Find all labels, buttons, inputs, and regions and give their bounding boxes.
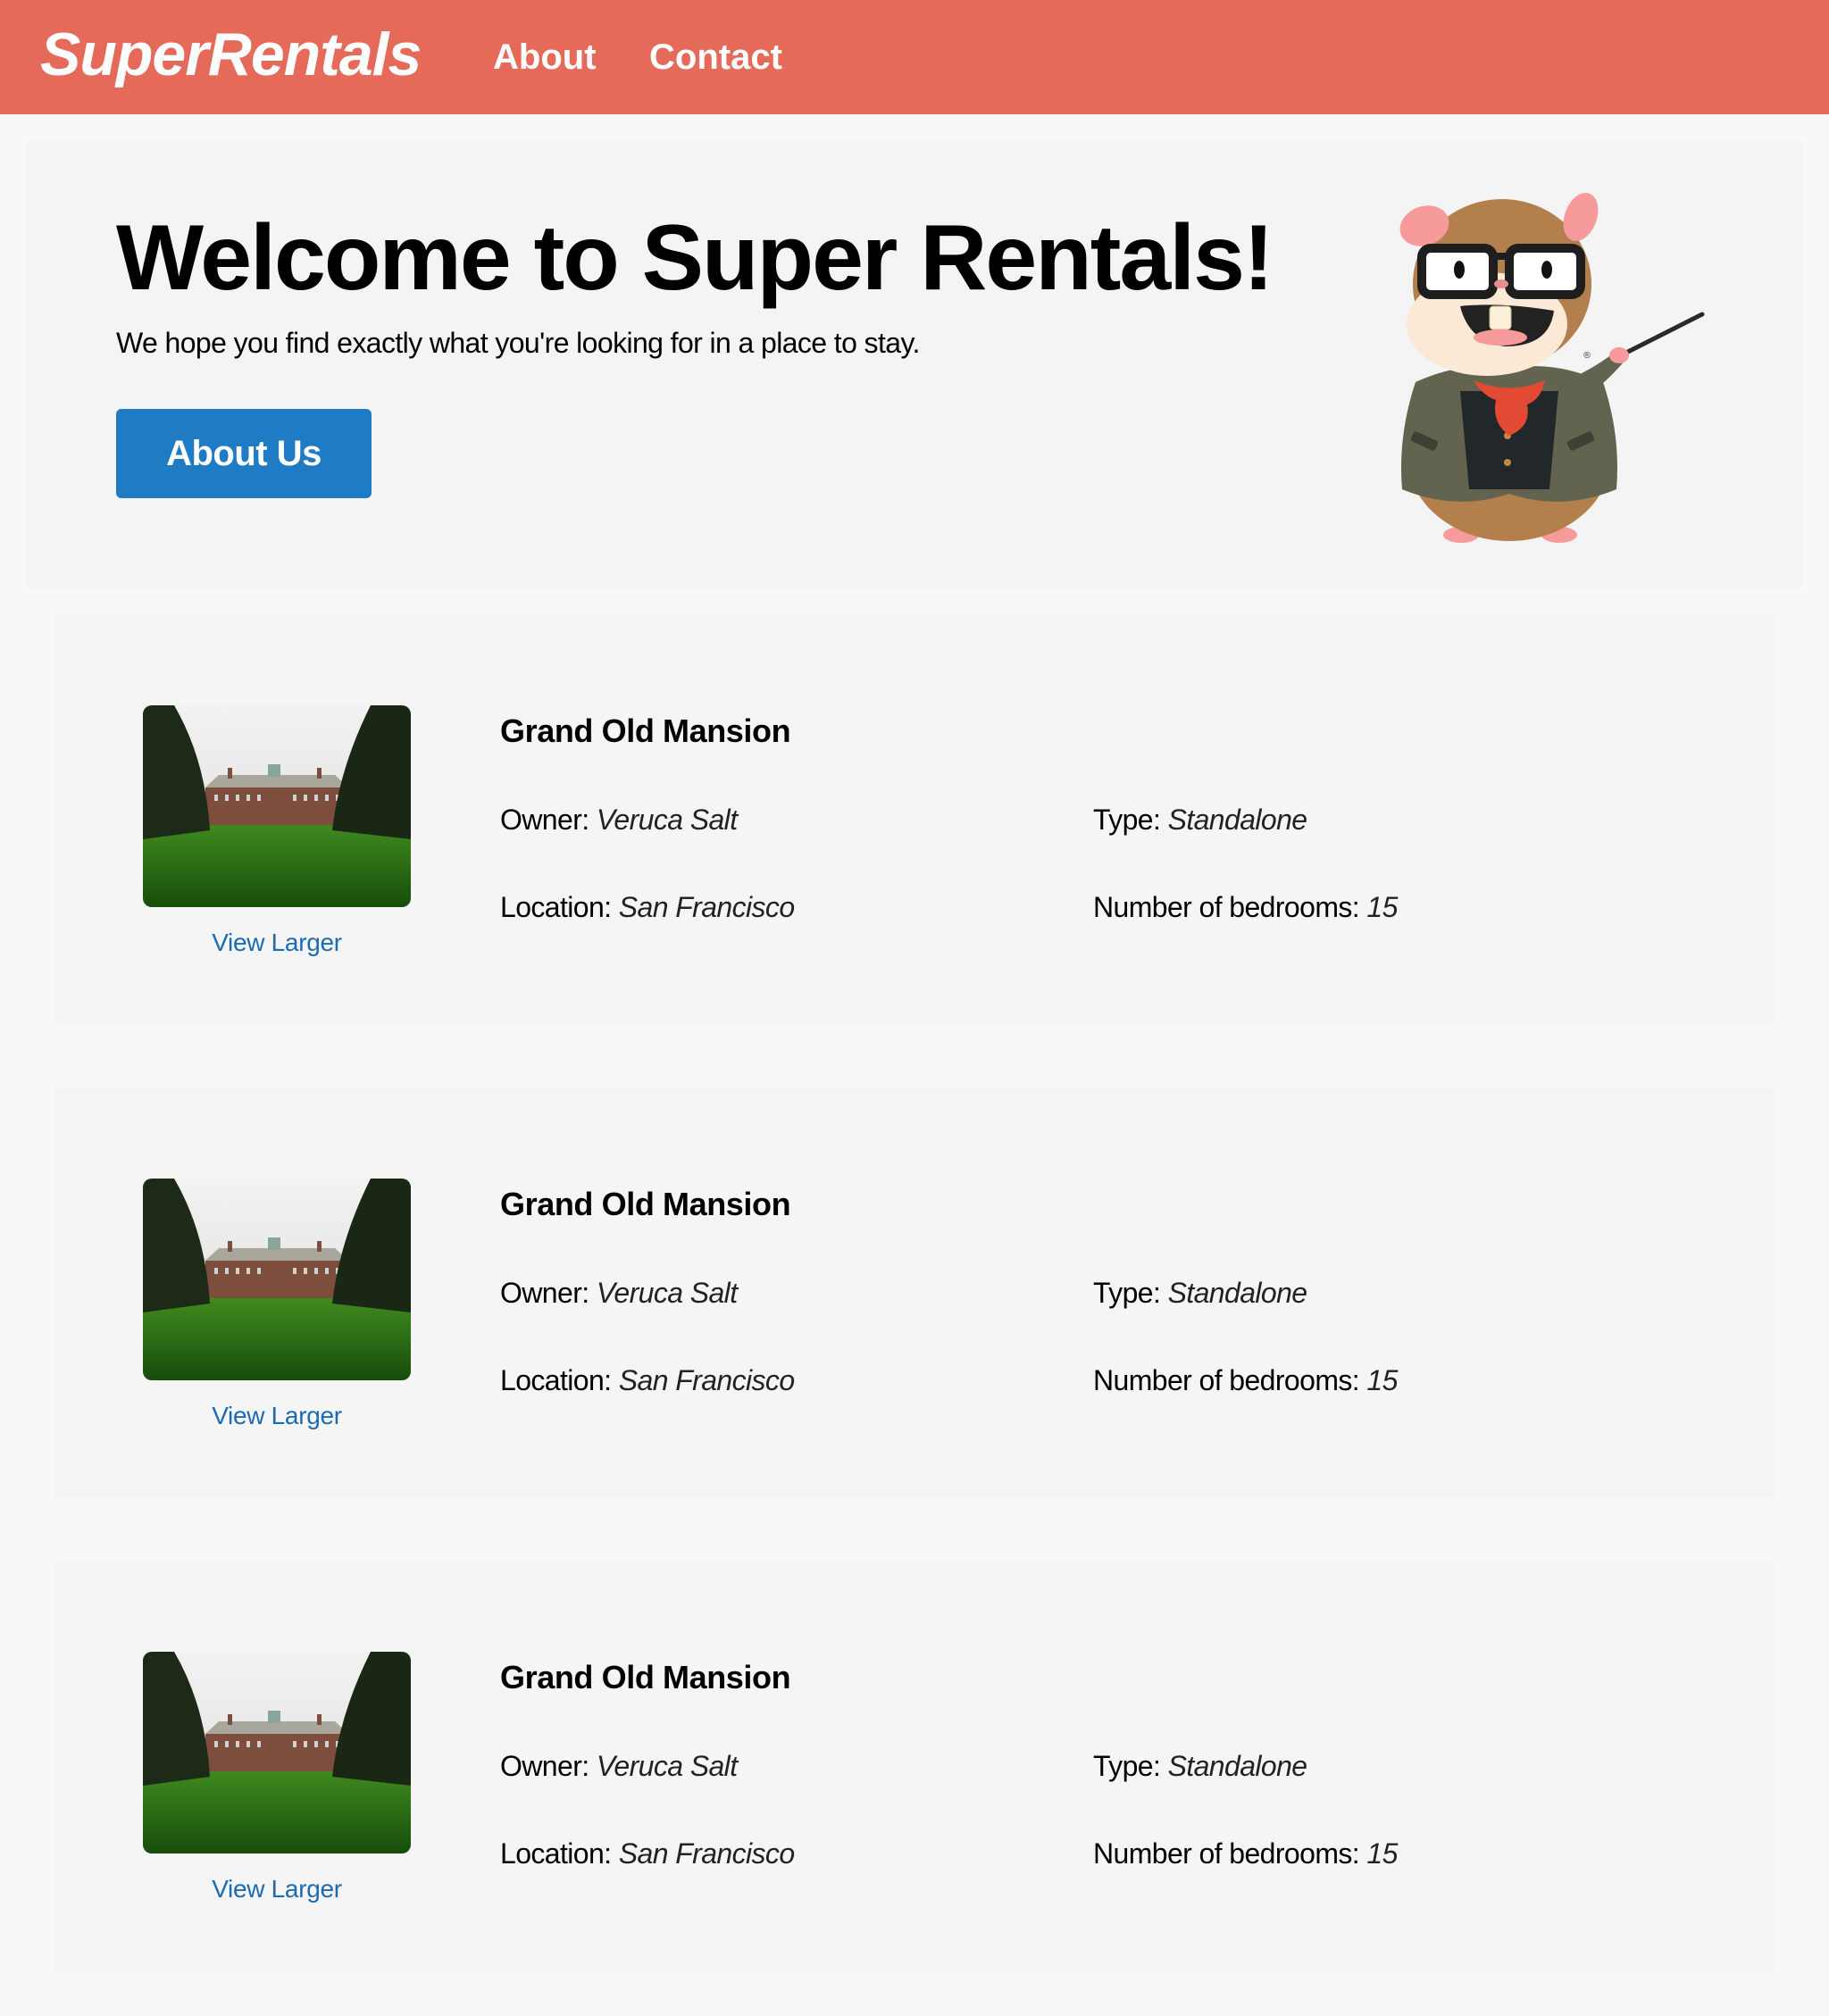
svg-text:®: ® bbox=[1583, 351, 1591, 361]
type-value: Standalone bbox=[1167, 804, 1308, 836]
top-navbar: SuperRentals About Contact bbox=[0, 0, 1829, 114]
mansion-photo bbox=[143, 705, 411, 907]
rental-title: Grand Old Mansion bbox=[500, 712, 791, 749]
tomster-mascot-image: ® bbox=[1349, 168, 1724, 561]
welcome-subtitle: We hope you find exactly what you're loo… bbox=[116, 327, 920, 359]
rental-location: Location: San Francisco bbox=[500, 1837, 795, 1870]
rental-title: Grand Old Mansion bbox=[500, 1186, 791, 1222]
bedrooms-value: 15 bbox=[1366, 1364, 1398, 1396]
view-larger-link[interactable]: View Larger bbox=[143, 1875, 411, 1904]
welcome-jumbotron: Welcome to Super Rentals! We hope you fi… bbox=[27, 141, 1802, 587]
owner-value: Veruca Salt bbox=[596, 804, 738, 836]
location-label: Location: bbox=[500, 891, 612, 923]
rental-owner: Owner: Veruca Salt bbox=[500, 804, 738, 837]
mansion-photo bbox=[143, 1652, 411, 1854]
nav-link-about[interactable]: About bbox=[493, 37, 597, 78]
rental-location: Location: San Francisco bbox=[500, 891, 795, 924]
location-value: San Francisco bbox=[618, 891, 795, 923]
rental-card: View Larger Grand Old Mansion Owner: Ver… bbox=[54, 1087, 1775, 1498]
type-value: Standalone bbox=[1167, 1277, 1308, 1309]
owner-label: Owner: bbox=[500, 804, 589, 836]
location-value: San Francisco bbox=[618, 1837, 795, 1870]
type-label: Type: bbox=[1093, 1750, 1161, 1782]
rental-type: Type: Standalone bbox=[1093, 1750, 1307, 1783]
rental-image[interactable] bbox=[143, 1179, 411, 1380]
mansion-photo bbox=[143, 1179, 411, 1380]
rental-image[interactable] bbox=[143, 705, 411, 907]
about-us-button[interactable]: About Us bbox=[116, 409, 372, 498]
type-label: Type: bbox=[1093, 1277, 1161, 1309]
rental-card: View Larger Grand Old Mansion Owner: Ver… bbox=[54, 614, 1775, 1025]
location-label: Location: bbox=[500, 1837, 612, 1870]
rental-bedrooms: Number of bedrooms: 15 bbox=[1093, 1837, 1398, 1870]
rental-type: Type: Standalone bbox=[1093, 804, 1307, 837]
nav-link-contact[interactable]: Contact bbox=[649, 37, 782, 78]
owner-value: Veruca Salt bbox=[596, 1750, 738, 1782]
bedrooms-label: Number of bedrooms: bbox=[1093, 1364, 1360, 1396]
rental-location: Location: San Francisco bbox=[500, 1364, 795, 1397]
logo-link[interactable]: SuperRentals bbox=[40, 20, 422, 89]
location-value: San Francisco bbox=[618, 1364, 795, 1396]
owner-label: Owner: bbox=[500, 1750, 589, 1782]
rental-title: Grand Old Mansion bbox=[500, 1659, 791, 1695]
type-label: Type: bbox=[1093, 804, 1161, 836]
bedrooms-label: Number of bedrooms: bbox=[1093, 891, 1360, 923]
location-label: Location: bbox=[500, 1364, 612, 1396]
owner-value: Veruca Salt bbox=[596, 1277, 738, 1309]
page-title: Welcome to Super Rentals! bbox=[116, 206, 1274, 310]
rental-bedrooms: Number of bedrooms: 15 bbox=[1093, 1364, 1398, 1397]
rental-owner: Owner: Veruca Salt bbox=[500, 1277, 738, 1310]
rental-card: View Larger Grand Old Mansion Owner: Ver… bbox=[54, 1561, 1775, 1971]
owner-label: Owner: bbox=[500, 1277, 589, 1309]
rental-bedrooms: Number of bedrooms: 15 bbox=[1093, 891, 1398, 924]
view-larger-link[interactable]: View Larger bbox=[143, 1402, 411, 1430]
bedrooms-value: 15 bbox=[1366, 1837, 1398, 1870]
view-larger-link[interactable]: View Larger bbox=[143, 929, 411, 957]
rental-type: Type: Standalone bbox=[1093, 1277, 1307, 1310]
rental-owner: Owner: Veruca Salt bbox=[500, 1750, 738, 1783]
type-value: Standalone bbox=[1167, 1750, 1308, 1782]
bedrooms-value: 15 bbox=[1366, 891, 1398, 923]
rental-image[interactable] bbox=[143, 1652, 411, 1854]
bedrooms-label: Number of bedrooms: bbox=[1093, 1837, 1360, 1870]
